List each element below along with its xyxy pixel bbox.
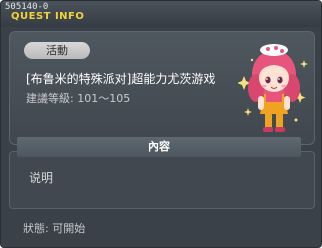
window-title: QUEST INFO (11, 11, 85, 22)
level-label: 建議等級: (26, 92, 74, 105)
recommended-level: 建議等級: 101～105 (26, 92, 130, 105)
status-value: 可開始 (52, 222, 86, 235)
quest-summary-panel: 活動 [布鲁米的特殊派对]超能力尤茨游戏 建議等級: 101～105 (9, 31, 315, 145)
quest-info-window: 505140-0 QUEST INFO 活動 [布鲁米的特殊派对]超能力尤茨游戏… (0, 0, 322, 248)
quest-name: [布鲁米的特殊派对]超能力尤茨游戏 (26, 72, 216, 86)
level-range: 101～105 (77, 92, 131, 105)
status-label: 狀態: (23, 222, 49, 235)
content-panel (9, 151, 315, 209)
quest-type-badge: 活動 (24, 42, 90, 59)
quest-description: 说明 (29, 171, 54, 185)
title-bar[interactable]: 505140-0 QUEST INFO (1, 1, 321, 27)
quest-status: 狀態: 可開始 (23, 222, 85, 236)
content-header: 內容 (17, 137, 301, 157)
npc-character-icon (238, 44, 308, 132)
